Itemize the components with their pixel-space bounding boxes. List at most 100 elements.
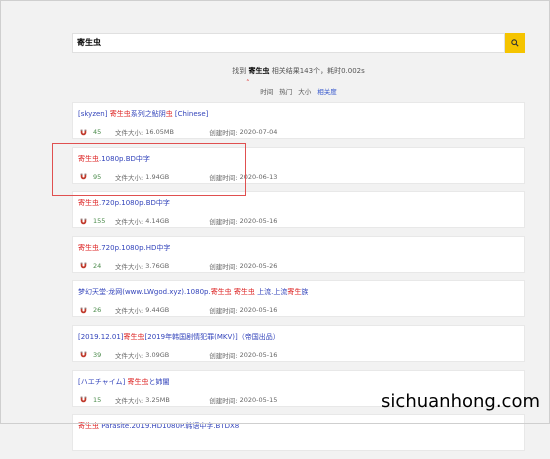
seed-count: 155 (93, 217, 106, 226)
keyword-highlight: 寄生 (287, 288, 302, 297)
title-text: Parasite.2019.HD1080P.韩语中字.BTDX8 (99, 422, 240, 431)
result-item: [2019.12.01]寄生虫[2019年韩国剧情犯罪(MKV)]（帝国出品） 3… (72, 324, 525, 362)
file-size: 3.25MB (145, 395, 170, 404)
result-title-link[interactable]: [2019.12.01]寄生虫[2019年韩国剧情犯罪(MKV)]（帝国出品） (78, 332, 280, 342)
magnet-icon[interactable] (80, 307, 87, 314)
search-button[interactable] (505, 33, 525, 53)
result-meta: 155 文件大小: 4.14GB 创建时间: 2020-05-16 (80, 216, 277, 226)
summary-keyword: 寄生虫 (248, 67, 270, 75)
keyword-highlight: 寄生虫 (233, 288, 255, 297)
created-date: 2020-05-16 (239, 350, 278, 359)
size-label: 文件大小: (115, 351, 144, 360)
file-size: 9.44GB (145, 306, 170, 315)
magnet-icon[interactable] (80, 351, 87, 358)
size-label: 文件大小: (115, 262, 144, 271)
date-label: 创建时间: (209, 173, 238, 182)
title-text: [ハエチャイム] (78, 377, 128, 386)
title-text: 梦幻天堂·龙网(www.LWgod.xyz).1080p. (78, 288, 211, 297)
file-size: 3.09GB (145, 350, 170, 359)
search-icon (511, 39, 519, 47)
result-item: 寄生虫.720p.1080p.BD中字 155 文件大小: 4.14GB 创建时间: … (72, 191, 525, 229)
search-bar: 寄生虫 (72, 33, 525, 53)
file-size: 1.94GB (145, 172, 170, 181)
seed-count: 39 (93, 350, 102, 359)
result-title-link[interactable]: 寄生虫.1080p.BD中字 (78, 154, 150, 164)
keyword-highlight: 虫 (165, 110, 173, 118)
title-text: 上流.上流 (254, 288, 288, 297)
watermark: sichuanhong.com (381, 391, 540, 412)
created-date: 2020-05-16 (239, 217, 278, 226)
sort-option[interactable]: 时间 (260, 88, 273, 96)
sort-option[interactable]: 热门 (279, 88, 292, 96)
title-text: 系列之鲇阴 (130, 110, 166, 118)
title-text: [skyzen] (78, 110, 110, 118)
summary-prefix: 找到 (232, 67, 247, 75)
created-date: 2020-05-15 (239, 395, 278, 404)
created-date: 2020-07-04 (239, 128, 278, 136)
result-title-link[interactable]: 寄生虫 Parasite.2019.HD1080P.韩语中字.BTDX8 (78, 421, 239, 431)
seed-count: 15 (93, 395, 102, 404)
date-label: 创建时间: (209, 351, 238, 360)
result-title-link[interactable]: 寄生虫.720p.1080p.HD中字 (78, 243, 170, 253)
date-label: 创建时间: (209, 396, 238, 405)
magnet-icon[interactable] (80, 218, 87, 225)
result-meta: 95 文件大小: 1.94GB 创建时间: 2020-06-13 (80, 172, 277, 182)
seed-count: 24 (93, 261, 102, 270)
keyword-highlight: 寄生虫 (109, 110, 131, 118)
magnet-icon[interactable] (80, 129, 87, 136)
result-meta: 24 文件大小: 3.76GB 创建时间: 2020-05-26 (80, 261, 277, 271)
keyword-highlight: 寄生虫 (210, 288, 232, 297)
size-label: 文件大小: (115, 129, 144, 137)
magnet-icon[interactable] (80, 396, 87, 403)
result-summary: 找到 寄生虫 相关结果143个，耗时0.002s (72, 66, 525, 76)
result-meta: 45 文件大小: 16.05MB 创建时间: 2020-07-04 (80, 127, 277, 137)
result-item: 梦幻天堂·龙网(www.LWgod.xyz).1080p.寄生虫 寄生虫 上流.… (72, 280, 525, 318)
magnet-icon[interactable] (80, 262, 87, 269)
file-size: 16.05MB (145, 128, 174, 136)
date-label: 创建时间: (209, 129, 238, 137)
size-label: 文件大小: (115, 396, 144, 405)
result-meta: 15 文件大小: 3.25MB 创建时间: 2020-05-15 (80, 395, 277, 405)
title-text: .720p.1080p.BD中字 (99, 199, 170, 208)
result-title-link[interactable]: 寄生虫.720p.1080p.BD中字 (78, 198, 170, 208)
created-date: 2020-05-16 (239, 306, 278, 315)
title-text: .720p.1080p.HD中字 (99, 243, 171, 252)
search-input[interactable]: 寄生虫 (72, 33, 505, 53)
title-text: [2019.12.01] (78, 332, 124, 341)
created-date: 2020-05-26 (239, 261, 278, 270)
keyword-highlight: 寄生虫 (78, 199, 99, 208)
sort-options: 时间 热门 大小 相关度 (72, 86, 525, 96)
keyword-highlight: 寄生虫 (127, 377, 149, 386)
result-item: 寄生虫 Parasite.2019.HD1080P.韩语中字.BTDX8 (72, 414, 525, 452)
result-title-link[interactable]: 梦幻天堂·龙网(www.LWgod.xyz).1080p.寄生虫 寄生虫 上流.… (78, 287, 308, 297)
seed-count: 26 (93, 306, 102, 315)
date-label: 创建时间: (209, 218, 238, 227)
title-text: [Chinese] (172, 110, 209, 118)
sort-option[interactable]: 相关度 (317, 88, 337, 96)
result-item: [skyzen] 寄生虫系列之鲇阴虫 [Chinese] 45 文件大小: 16.0… (72, 102, 525, 139)
title-text: 族 (301, 288, 309, 297)
result-item: 寄生虫.1080p.BD中字 95 文件大小: 1.94GB 创建时间: 2020-0… (72, 146, 525, 184)
result-meta: 39 文件大小: 3.09GB 创建时间: 2020-05-16 (80, 350, 277, 360)
sort-option[interactable]: 大小 (298, 88, 311, 96)
file-size: 3.76GB (145, 261, 170, 270)
result-title-link[interactable]: [ハエチャイム] 寄生虫と姉闇 (78, 377, 169, 387)
magnet-icon[interactable] (80, 173, 87, 180)
size-label: 文件大小: (115, 307, 144, 316)
seed-count: 95 (93, 172, 102, 181)
created-date: 2020-06-13 (239, 172, 278, 181)
date-label: 创建时间: (209, 262, 238, 271)
seed-count: 45 (93, 128, 102, 136)
title-text: .1080p.BD中字 (99, 154, 150, 163)
title-text: [2019年韩国剧情犯罪(MKV)]（帝国出品） (144, 332, 280, 341)
keyword-highlight: 寄生虫 (78, 422, 99, 431)
keyword-highlight: 寄生虫 (78, 243, 99, 252)
title-text: と姉闇 (148, 377, 170, 386)
size-label: 文件大小: (115, 218, 144, 227)
size-label: 文件大小: (115, 173, 144, 182)
date-label: 创建时间: (209, 307, 238, 316)
result-title-link[interactable]: [skyzen] 寄生虫系列之鲇阴虫 [Chinese] (78, 109, 208, 119)
summary-suffix: 相关结果143个，耗时0.002s (271, 67, 365, 75)
result-item: 寄生虫.720p.1080p.HD中字 24 文件大小: 3.76GB 创建时间: 2… (72, 235, 525, 273)
result-meta: 26 文件大小: 9.44GB 创建时间: 2020-05-16 (80, 305, 277, 315)
